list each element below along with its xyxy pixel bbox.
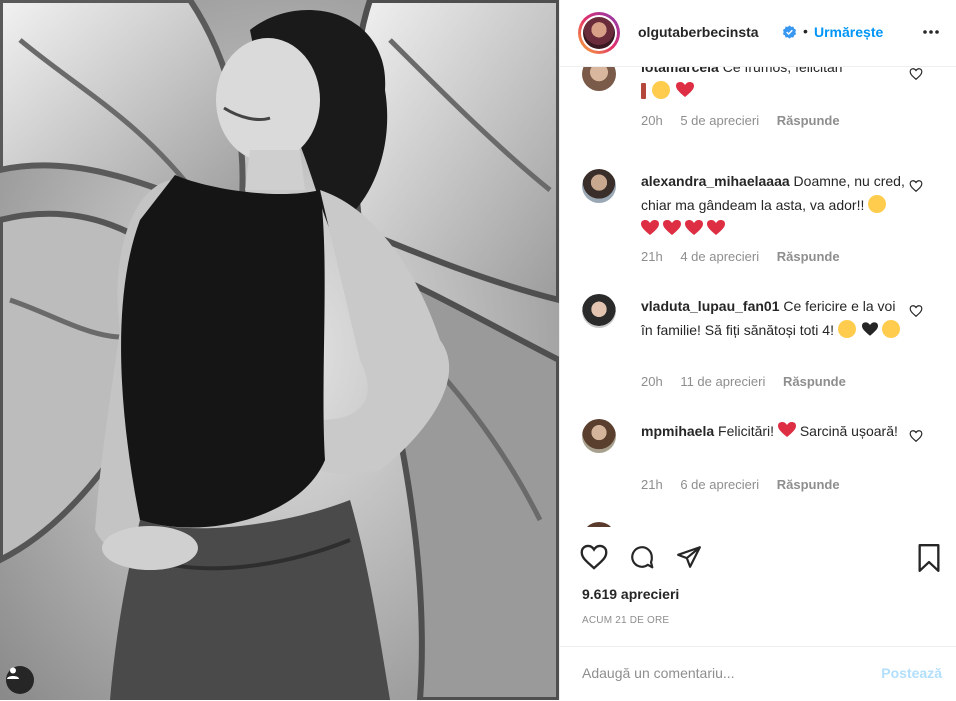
comment-likes-count[interactable]: 4 de aprecieri [680,249,759,264]
comment-text: iotamarcela Ce frumos, felicitări [641,67,909,79]
commenter-avatar[interactable] [582,419,616,453]
exclamation-emoji-icon [641,83,646,99]
author-username[interactable]: olgutaberbecinsta [638,24,759,40]
comment-age: 20h [641,374,663,389]
post-header: olgutaberbecinsta • Urmărește [560,0,956,67]
reply-button[interactable]: Răspunde [783,374,846,389]
comment-likes-count[interactable]: 5 de aprecieri [680,113,759,128]
comment-meta: 21h 4 de aprecieri Răspunde [641,249,854,264]
tagged-user-icon[interactable] [6,666,34,694]
share-icon[interactable] [676,544,702,570]
more-options-icon[interactable] [921,22,941,42]
comment-age: 20h [641,113,663,128]
bookmark-icon[interactable] [917,544,941,572]
comment-like-heart-icon[interactable] [909,179,923,193]
commenter-username[interactable]: iotamarcela [641,67,719,75]
reply-button[interactable]: Răspunde [777,477,840,492]
comment-meta: 21h 6 de aprecieri Răspunde [641,477,854,492]
commenter-avatar[interactable] [582,67,616,91]
comment-emoji-line [641,79,909,103]
comment-icon[interactable] [629,544,655,570]
post-timestamp[interactable]: Acum 21 de ore [582,615,669,626]
red-heart-emoji-icon [675,82,694,97]
likes-count[interactable]: 9.619 aprecieri [582,586,679,602]
heart-eyes-emoji-icon [868,195,887,213]
commenter-avatar[interactable] [582,522,616,527]
red-heart-emoji-icon [706,220,725,235]
heart-icon[interactable] [580,544,608,570]
reply-button[interactable]: Răspunde [777,113,840,128]
comment-like-heart-icon[interactable] [909,429,923,443]
red-heart-emoji-icon [641,220,659,235]
comment-like-heart-icon[interactable] [909,304,923,318]
red-heart-emoji-icon [684,220,703,235]
author-avatar[interactable] [578,12,620,54]
commenter-avatar[interactable] [582,294,616,328]
comment-text: mpmihaela Felicitări! Sarcină ușoară! [641,419,909,443]
comment-list[interactable]: iotamarcela Ce frumos, felicitări 20h 5 … [560,67,956,527]
person-icon [7,667,19,679]
comment-meta: 20h 11 de aprecieri Răspunde [641,374,860,389]
post-action-bar [560,530,956,580]
comment-meta: 20h 5 de aprecieri Răspunde [641,113,854,128]
follow-button[interactable]: Urmărește [814,24,883,40]
red-heart-emoji-icon [777,422,796,437]
post-comment-button[interactable]: Postează [881,665,942,681]
comment-text: vladuta_lupau_fan01 Ce fericire e la voi… [641,294,909,342]
reply-button[interactable]: Răspunde [777,249,840,264]
comment-text: alexandra_mihaelaaaa Doamne, nu cred, ch… [641,169,909,241]
post-photo[interactable] [0,0,559,700]
commenter-avatar[interactable] [582,169,616,203]
winking-kiss-emoji-icon [881,320,900,338]
hugging-face-emoji-icon [651,81,670,99]
commenter-username[interactable]: alexandra_mihaelaaaa [641,173,790,189]
comment-age: 21h [641,249,663,264]
comment-composer: Adaugă un comentariu... Postează [560,646,956,701]
comment-age: 21h [641,477,663,492]
black-heart-emoji-icon [861,322,878,336]
add-comment-input[interactable]: Adaugă un comentariu... [582,665,735,681]
photo-illustration [0,0,559,700]
commenter-username[interactable]: mpmihaela [641,423,714,439]
commenter-username[interactable]: vladuta_lupau_fan01 [641,298,780,314]
comment-like-heart-icon[interactable] [909,67,923,81]
red-heart-emoji-icon [662,220,681,235]
header-separator: • [803,23,808,39]
comment-likes-count[interactable]: 6 de aprecieri [680,477,759,492]
comment-body-continued: Sarcină ușoară! [799,423,898,439]
comment-body: Ce frumos, felicitări [722,67,843,75]
verified-badge-icon [782,25,797,39]
heart-eyes-emoji-icon [837,320,856,338]
comment-body: Felicitări! [718,423,775,439]
comment-likes-count[interactable]: 11 de aprecieri [680,374,765,389]
post-side-panel: olgutaberbecinsta • Urmărește iotamarcel… [559,0,956,700]
